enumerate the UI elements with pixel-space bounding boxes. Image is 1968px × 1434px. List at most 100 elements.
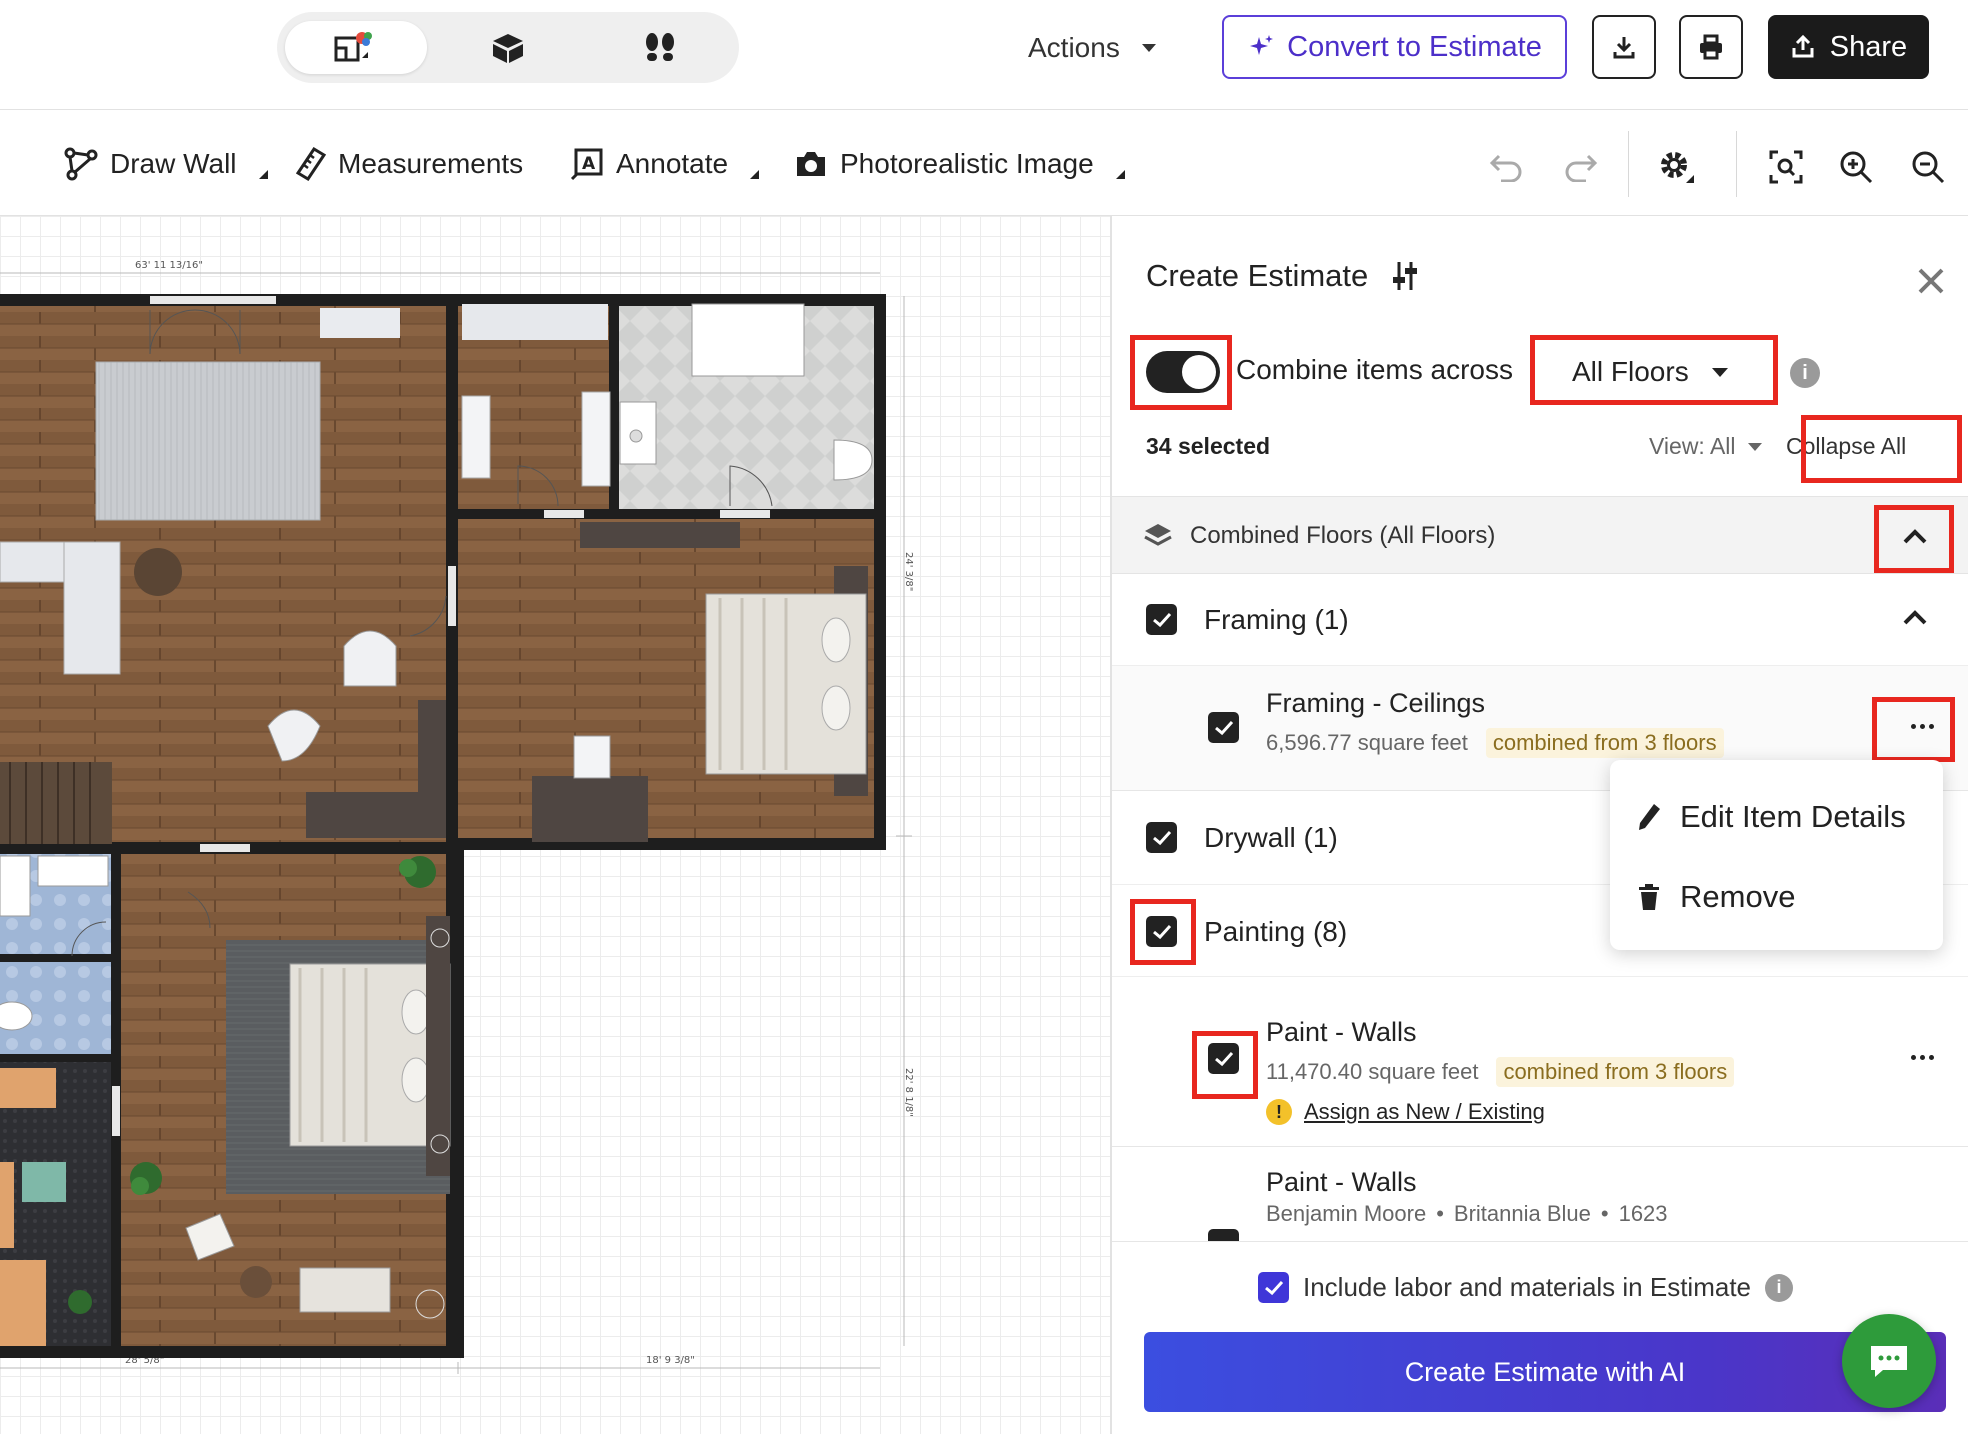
toolbar: Draw Wall Measurements A Annotate Photor… (0, 111, 1968, 216)
top-bar: Actions Convert to Estimate Share (0, 0, 1968, 110)
combine-items-label: Combine items across (1236, 354, 1513, 385)
settings-button[interactable] (1656, 145, 1700, 189)
floorplan-2d-button[interactable] (285, 21, 427, 74)
assign-new-existing-link[interactable]: Assign as New / Existing (1304, 1099, 1545, 1125)
printer-icon (1700, 34, 1722, 60)
framing-checkbox[interactable] (1146, 604, 1177, 635)
more-options-button[interactable] (1902, 716, 1942, 736)
annotate-label: Annotate (616, 148, 729, 179)
undo-button[interactable] (1485, 145, 1529, 189)
close-panel-button[interactable] (1914, 264, 1948, 298)
floorplan-3d-button[interactable] (437, 21, 579, 74)
create-estimate-ai-label: Create Estimate with AI (1404, 1356, 1686, 1387)
combine-items-toggle[interactable] (1146, 351, 1220, 393)
panel-title: Create Estimate (1146, 258, 1369, 293)
bullet-separator: • (1436, 1201, 1444, 1226)
panel-footer: Include labor and materials in Estimate … (1112, 1241, 1968, 1434)
focus-search-icon (1769, 150, 1803, 184)
close-icon (1918, 268, 1944, 294)
include-labor-checkbox[interactable] (1258, 1272, 1289, 1303)
combined-badge: combined from 3 floors (1496, 1057, 1735, 1087)
fit-to-screen-button[interactable] (1764, 145, 1808, 189)
annotate-icon: A (570, 148, 603, 181)
collapse-all-button[interactable]: Collapse All (1786, 433, 1906, 460)
toolbar-divider (1628, 131, 1629, 197)
zoom-in-icon (1840, 151, 1873, 184)
menu-item-remove[interactable]: Remove (1636, 870, 1795, 924)
checkmark-icon (1152, 924, 1171, 939)
assign-row: ! Assign as New / Existing (1266, 1099, 1545, 1125)
redo-button[interactable] (1558, 145, 1602, 189)
sparkle-icon (1250, 35, 1274, 55)
share-label: Share (1829, 30, 1908, 63)
view-switcher (277, 12, 739, 83)
paint-walls-checkbox[interactable] (1208, 1043, 1239, 1074)
checkmark-icon (1214, 720, 1233, 735)
create-estimate-ai-button[interactable]: Create Estimate with AI (1144, 1332, 1946, 1412)
pencil-icon (1639, 804, 1660, 830)
draw-wall-label: Draw Wall (110, 148, 237, 179)
print-button[interactable] (1679, 15, 1743, 79)
line-item-paint-walls: Paint - Walls 11,470.40 square feet comb… (1112, 977, 1968, 1147)
menu-item-edit-details[interactable]: Edit Item Details (1636, 790, 1906, 844)
chevron-up-icon[interactable] (1900, 527, 1930, 547)
checkmark-icon (1214, 1051, 1233, 1066)
zoom-out-button[interactable] (1906, 145, 1950, 189)
dimension-bottom-right: 18' 9 3/8" (646, 1355, 695, 1366)
view-filter-dropdown[interactable]: View: All (1649, 433, 1762, 460)
convert-to-estimate-button[interactable]: Convert to Estimate (1222, 15, 1567, 79)
floorplan-2d-icon (334, 31, 372, 61)
floors-select-value: All Floors (1572, 356, 1689, 387)
measurements-tool[interactable]: Measurements (296, 141, 523, 187)
painting-checkbox[interactable] (1146, 916, 1177, 947)
drywall-checkbox[interactable] (1146, 822, 1177, 853)
floors-select[interactable]: All Floors (1560, 345, 1740, 399)
framing-ceilings-quantity: 6,596.77 square feet (1266, 730, 1468, 755)
info-icon[interactable]: i (1765, 1273, 1794, 1302)
submenu-corner-icon (750, 169, 760, 179)
paint-walls-2-details: Benjamin Moore • Britannia Blue • 1623 (1266, 1201, 1668, 1227)
dimension-right-lower: 22' 8 1/8" (903, 1068, 914, 1117)
paint-brand: Benjamin Moore (1266, 1201, 1427, 1226)
layers-icon (1144, 524, 1172, 546)
remove-label: Remove (1680, 879, 1796, 914)
zoom-out-icon (1912, 151, 1945, 184)
chevron-up-icon[interactable] (1900, 608, 1930, 628)
item-options-menu: Edit Item Details Remove (1610, 760, 1943, 950)
floor-plan-canvas[interactable]: 63' 11 13/16" 24' 3/8" 22' 8 1/8" 28' 5/… (0, 216, 1110, 1434)
info-icon[interactable]: i (1790, 358, 1820, 388)
include-labor-option[interactable]: Include labor and materials in Estimate … (1258, 1272, 1794, 1303)
framing-category-label: Framing (1) (1204, 604, 1349, 635)
painting-category-label: Painting (8) (1204, 916, 1348, 947)
more-options-button[interactable] (1902, 1047, 1942, 1067)
toolbar-divider (1736, 131, 1737, 197)
view-filter-label: View: All (1649, 433, 1736, 459)
photorealistic-image-label: Photorealistic Image (840, 148, 1094, 179)
paint-walls-details: 11,470.40 square feet combined from 3 fl… (1266, 1057, 1735, 1087)
combined-badge: combined from 3 floors (1485, 728, 1724, 758)
combined-floors-group-header[interactable]: Combined Floors (All Floors) (1112, 496, 1968, 574)
actions-dropdown[interactable]: Actions (1028, 24, 1156, 72)
chat-button[interactable] (1842, 1314, 1936, 1408)
dimension-top: 63' 11 13/16" (135, 260, 203, 271)
draw-wall-tool[interactable]: Draw Wall (64, 141, 268, 187)
filter-sliders-icon[interactable] (1390, 259, 1420, 293)
category-framing[interactable]: Framing (1) (1112, 574, 1968, 666)
drywall-category-label: Drywall (1) (1204, 822, 1338, 853)
photorealistic-image-tool[interactable]: Photorealistic Image (794, 141, 1125, 187)
download-icon (1613, 37, 1635, 59)
checkmark-icon (1152, 830, 1171, 845)
chevron-down-icon (1747, 442, 1762, 451)
framing-ceilings-checkbox[interactable] (1208, 712, 1239, 743)
submenu-corner-icon (1115, 169, 1125, 179)
zoom-in-button[interactable] (1834, 145, 1878, 189)
annotate-tool[interactable]: A Annotate (570, 141, 760, 187)
share-button[interactable]: Share (1768, 15, 1929, 79)
combined-floors-label: Combined Floors (All Floors) (1190, 522, 1496, 549)
undo-icon (1489, 154, 1522, 182)
camera-icon (797, 152, 825, 176)
walkthrough-button[interactable] (589, 21, 731, 74)
download-button[interactable] (1592, 15, 1656, 79)
panel-header: Create Estimate (1146, 258, 1420, 294)
warning-icon: ! (1266, 1099, 1292, 1125)
